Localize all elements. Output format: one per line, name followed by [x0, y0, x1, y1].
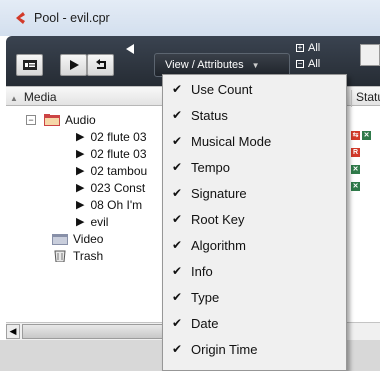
- menu-item-signature[interactable]: ✔ Signature: [163, 181, 346, 205]
- collapse-all-label: All: [308, 58, 321, 68]
- list-item[interactable]: ▶ 02 tambou: [76, 162, 147, 179]
- media-column-header[interactable]: ▲ Media: [10, 90, 57, 104]
- audio-item-label: 023 Const: [90, 180, 146, 195]
- tree-row-audio[interactable]: − Audio: [26, 111, 96, 128]
- play-button[interactable]: [60, 54, 87, 76]
- play-icon[interactable]: ▶: [76, 215, 84, 228]
- chevron-down-icon: ▼: [251, 60, 260, 70]
- scroll-left-button[interactable]: ◀: [6, 324, 20, 339]
- menu-item-label: Status: [191, 107, 228, 123]
- menu-item-label: Tempo: [191, 159, 231, 175]
- status-icons: R: [351, 148, 360, 157]
- menu-item-label: Type: [191, 289, 220, 305]
- menu-item-label: Algorithm: [191, 237, 246, 253]
- menu-item-info[interactable]: ✔ Info: [163, 259, 346, 283]
- menu-item-label: Origin Time: [191, 341, 258, 357]
- checkmark-icon: ✔: [171, 316, 183, 330]
- loop-button[interactable]: [87, 54, 114, 76]
- menu-item-label: Use Count: [191, 81, 253, 97]
- info-panel-icon: [22, 60, 37, 70]
- menu-item-type[interactable]: ✔ Type: [163, 285, 346, 309]
- checkmark-icon: ✔: [171, 290, 183, 304]
- menu-item-root-key[interactable]: ✔ Root Key: [163, 207, 346, 231]
- view-attributes-label: View / Attributes: [165, 59, 244, 71]
- audio-item-label: 02 flute 03: [90, 129, 147, 144]
- window-title: Pool - evil.cpr: [34, 11, 110, 25]
- play-icon[interactable]: ▶: [76, 181, 84, 194]
- menu-item-label: Info: [191, 263, 213, 279]
- checkmark-icon: ✔: [171, 186, 183, 200]
- menu-item-algorithm[interactable]: ✔ Algorithm: [163, 233, 346, 257]
- checkmark-icon: ✔: [171, 238, 183, 252]
- collapse-all-toggle[interactable]: − All: [296, 58, 320, 68]
- play-icon[interactable]: ▶: [76, 130, 84, 143]
- list-item[interactable]: ▶ 023 Const: [76, 179, 145, 196]
- trash-folder-label: Trash: [73, 248, 104, 263]
- view-attributes-menu: ✔ Use Count ✔ Status ✔ Musical Mode ✔ Tempo …: [162, 74, 347, 371]
- record-icon: R: [351, 148, 360, 157]
- record-icon: ⇆: [351, 131, 360, 140]
- plus-icon: +: [296, 43, 304, 53]
- trash-icon: [54, 250, 66, 262]
- checkmark-icon: ✔: [171, 134, 183, 148]
- checkmark-icon: ✔: [171, 82, 183, 96]
- audio-folder-icon: [44, 113, 60, 126]
- checkmark-icon: ✔: [171, 264, 183, 278]
- cubase-app-icon: [16, 12, 25, 24]
- missing-file-icon: ✕: [351, 182, 360, 191]
- loop-icon: [95, 59, 106, 69]
- play-icon[interactable]: ▶: [76, 198, 84, 211]
- play-icon: [69, 60, 79, 70]
- status-icons: ✕: [351, 182, 360, 191]
- menu-item-label: Date: [191, 315, 219, 331]
- audio-item-label: 02 flute 03: [90, 146, 147, 161]
- toolbar-field[interactable]: [360, 44, 380, 66]
- volume-slider-handle-icon[interactable]: [126, 44, 134, 54]
- show-info-button[interactable]: [16, 54, 43, 76]
- checkmark-icon: ✔: [171, 342, 183, 356]
- list-item[interactable]: ▶ 08 Oh I'm: [76, 196, 142, 213]
- audio-item-label: evil: [90, 214, 109, 229]
- list-item[interactable]: ▶ 02 flute 03: [76, 128, 147, 145]
- menu-item-label: Musical Mode: [191, 133, 272, 149]
- media-column-label: Media: [23, 90, 57, 104]
- audio-item-label: 02 tambou: [90, 163, 148, 178]
- checkmark-icon: ✔: [171, 160, 183, 174]
- missing-file-icon: ✕: [351, 165, 360, 174]
- list-item[interactable]: ▶ evil: [76, 213, 108, 230]
- video-folder-icon: [52, 233, 68, 245]
- menu-item-date[interactable]: ✔ Date: [163, 311, 346, 335]
- audio-item-label: 08 Oh I'm: [90, 197, 143, 212]
- checkmark-icon: ✔: [171, 108, 183, 122]
- sort-up-icon: ▲: [10, 94, 18, 103]
- play-icon[interactable]: ▶: [76, 147, 84, 160]
- video-folder-label: Video: [73, 231, 104, 246]
- expand-all-label: All: [308, 42, 321, 54]
- minus-icon: −: [296, 59, 304, 68]
- status-icons: ✕: [351, 165, 360, 174]
- menu-item-musical-mode[interactable]: ✔ Musical Mode: [163, 129, 346, 153]
- status-column-header[interactable]: Statu: [351, 90, 380, 108]
- menu-item-origin-time[interactable]: ✔ Origin Time: [163, 337, 346, 361]
- collapse-icon[interactable]: −: [26, 114, 36, 125]
- checkmark-icon: ✔: [171, 212, 183, 226]
- menu-item-status[interactable]: ✔ Status: [163, 103, 346, 127]
- expand-all-toggle[interactable]: + All: [296, 42, 320, 54]
- title-bar: Pool - evil.cpr: [0, 0, 380, 36]
- missing-file-icon: ✕: [362, 131, 371, 140]
- menu-item-label: Root Key: [191, 211, 245, 227]
- status-icons: ⇆ ✕: [351, 131, 371, 140]
- tree-row-trash[interactable]: Trash: [52, 247, 103, 264]
- play-icon[interactable]: ▶: [76, 164, 84, 177]
- tree-row-video[interactable]: Video: [52, 230, 103, 247]
- audio-folder-label: Audio: [65, 112, 96, 127]
- menu-item-use-count[interactable]: ✔ Use Count: [163, 77, 346, 101]
- list-item[interactable]: ▶ 02 flute 03: [76, 145, 147, 162]
- menu-item-label: Signature: [191, 185, 247, 201]
- menu-item-tempo[interactable]: ✔ Tempo: [163, 155, 346, 179]
